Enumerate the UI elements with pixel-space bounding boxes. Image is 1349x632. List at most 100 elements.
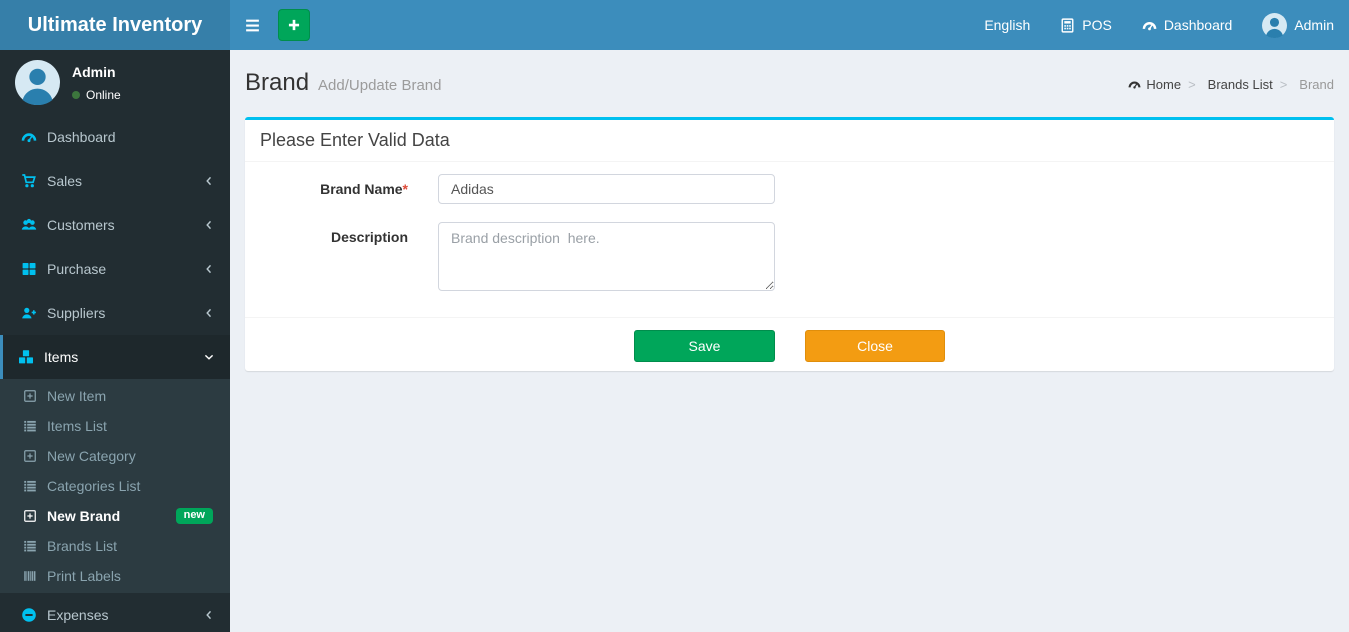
user-avatar-icon xyxy=(1262,12,1288,38)
content-header: Brand Add/Update Brand Home Brands List … xyxy=(230,50,1349,115)
user-status-label: Online xyxy=(86,88,121,102)
submenu-item-label: Print Labels xyxy=(47,568,121,584)
calculator-icon xyxy=(1060,17,1075,33)
sidebar-menu-bottom: Expenses xyxy=(0,593,230,632)
sidebar-submenu-item[interactable]: New Item xyxy=(0,381,230,411)
close-button[interactable]: Close xyxy=(805,330,945,362)
cart-icon xyxy=(21,173,47,189)
breadcrumb-item-label: Brands List xyxy=(1207,77,1273,92)
sidebar-menu-item[interactable]: Items xyxy=(0,335,230,379)
breadcrumb-item: Brand xyxy=(1273,77,1334,92)
sidebar-item-label: Items xyxy=(44,349,79,365)
brand-name-label: Brand Name* xyxy=(320,181,408,197)
sidebar-item-label: Customers xyxy=(47,217,115,233)
sidebar-menu-item[interactable]: Customers xyxy=(0,203,230,247)
panel-header: Please Enter Valid Data xyxy=(245,120,1334,162)
navbar-right: English POS Dashboard Admin xyxy=(969,0,1349,50)
hamburger-icon xyxy=(244,17,261,34)
users-icon xyxy=(21,217,47,233)
breadcrumb-item-label: Brand xyxy=(1299,77,1334,92)
required-asterisk: * xyxy=(402,181,408,197)
cubes-icon xyxy=(18,349,44,365)
angle-down-icon xyxy=(203,351,215,363)
plus-square-icon xyxy=(23,509,47,523)
sidebar-submenu-item[interactable]: New Category xyxy=(0,441,230,471)
sidebar-menu-item[interactable]: Sales xyxy=(0,159,230,203)
user-info: Admin Online xyxy=(72,60,121,102)
sidebar-menu-item[interactable]: Suppliers xyxy=(0,291,230,335)
app-title: Ultimate Inventory xyxy=(27,13,203,36)
quick-add-button[interactable] xyxy=(278,9,310,41)
sidebar-submenu-item[interactable]: Brands List xyxy=(0,531,230,561)
main-header: Ultimate Inventory English POS Dashboard xyxy=(0,0,1349,50)
angle-left-icon xyxy=(203,175,215,187)
user-plus-icon xyxy=(21,305,47,321)
brand-name-input[interactable] xyxy=(438,174,775,204)
angle-left-icon xyxy=(203,263,215,275)
breadcrumb-item-label: Home xyxy=(1146,77,1182,92)
breadcrumb-item[interactable]: Brands List xyxy=(1181,77,1273,92)
sidebar-submenu-item[interactable]: Items List xyxy=(0,411,230,441)
sidebar-menu-item[interactable]: Purchase xyxy=(0,247,230,291)
page-title: Brand xyxy=(245,69,310,97)
description-row: Description xyxy=(245,222,1319,291)
sidebar-item-label: Suppliers xyxy=(47,305,106,321)
user-avatar-icon xyxy=(15,60,60,105)
angle-left-icon xyxy=(203,219,215,231)
navbar-item[interactable]: Dashboard xyxy=(1127,0,1248,50)
grid-icon xyxy=(21,261,47,277)
navbar-item[interactable]: POS xyxy=(1045,0,1127,50)
breadcrumb: Home Brands List Brand xyxy=(1088,75,1334,92)
dashboard-icon xyxy=(21,129,47,145)
user-name: Admin xyxy=(72,64,116,80)
submenu-item-label: Items List xyxy=(47,418,107,434)
top-navbar: English POS Dashboard Admin xyxy=(230,0,1349,50)
user-status: Online xyxy=(72,88,121,102)
barcode-icon xyxy=(23,569,47,583)
sidebar-item-label: Dashboard xyxy=(47,129,116,145)
list-icon xyxy=(23,419,47,433)
sidebar-submenu-item[interactable]: New Brand new xyxy=(0,501,230,531)
submenu-item-label: New Item xyxy=(47,388,107,404)
description-label: Description xyxy=(330,229,408,245)
sidebar-item-label: Sales xyxy=(47,173,83,189)
sidebar-menu-item[interactable]: Dashboard xyxy=(0,115,230,159)
online-status-dot xyxy=(72,91,80,99)
sidebar-toggle-button[interactable] xyxy=(230,0,275,50)
angle-left-icon xyxy=(203,609,215,621)
plus-icon xyxy=(287,18,301,32)
brand-name-row: Brand Name* xyxy=(245,174,1319,204)
main-content: Brand Add/Update Brand Home Brands List … xyxy=(230,50,1349,632)
sidebar-menu: Dashboard Sales Customers Purchase Suppl… xyxy=(0,115,230,379)
brand-form-panel: Please Enter Valid Data Brand Name* Desc… xyxy=(245,117,1334,371)
breadcrumb-item[interactable]: Home xyxy=(1128,77,1181,92)
sidebar-user-panel: Admin Online xyxy=(0,50,230,115)
navbar-item[interactable]: English xyxy=(969,0,1045,50)
list-icon xyxy=(23,479,47,493)
submenu-item-label: Categories List xyxy=(47,478,141,494)
page-subtitle: Add/Update Brand xyxy=(318,77,442,94)
sidebar-submenu-item[interactable]: Categories List xyxy=(0,471,230,501)
sidebar-item-label: Purchase xyxy=(47,261,107,277)
dashboard-icon xyxy=(1128,78,1141,91)
sidebar-submenu-item[interactable]: Print Labels xyxy=(0,561,230,591)
items-submenu: New Item Items List New Category Categor… xyxy=(0,379,230,593)
minus-circle-icon xyxy=(21,607,47,623)
angle-left-icon xyxy=(203,307,215,319)
sidebar: Admin Online Dashboard Sales Customers P… xyxy=(0,50,230,632)
panel-body: Brand Name* Description xyxy=(245,162,1334,317)
navbar-item-label: Dashboard xyxy=(1163,17,1233,33)
navbar-item[interactable]: Admin xyxy=(1247,0,1349,50)
submenu-item-label: New Brand xyxy=(47,508,121,524)
dashboard-icon xyxy=(1142,18,1157,33)
app-logo[interactable]: Ultimate Inventory xyxy=(0,0,230,50)
navbar-item-label: POS xyxy=(1082,17,1112,33)
description-textarea[interactable] xyxy=(438,222,775,291)
sidebar-menu-item[interactable]: Expenses xyxy=(0,593,230,632)
submenu-item-label: New Category xyxy=(47,448,136,464)
save-button[interactable]: Save xyxy=(634,330,775,362)
list-icon xyxy=(23,539,47,553)
navbar-item-label: English xyxy=(984,17,1031,33)
submenu-item-label: Brands List xyxy=(47,538,118,554)
plus-square-icon xyxy=(23,389,47,403)
